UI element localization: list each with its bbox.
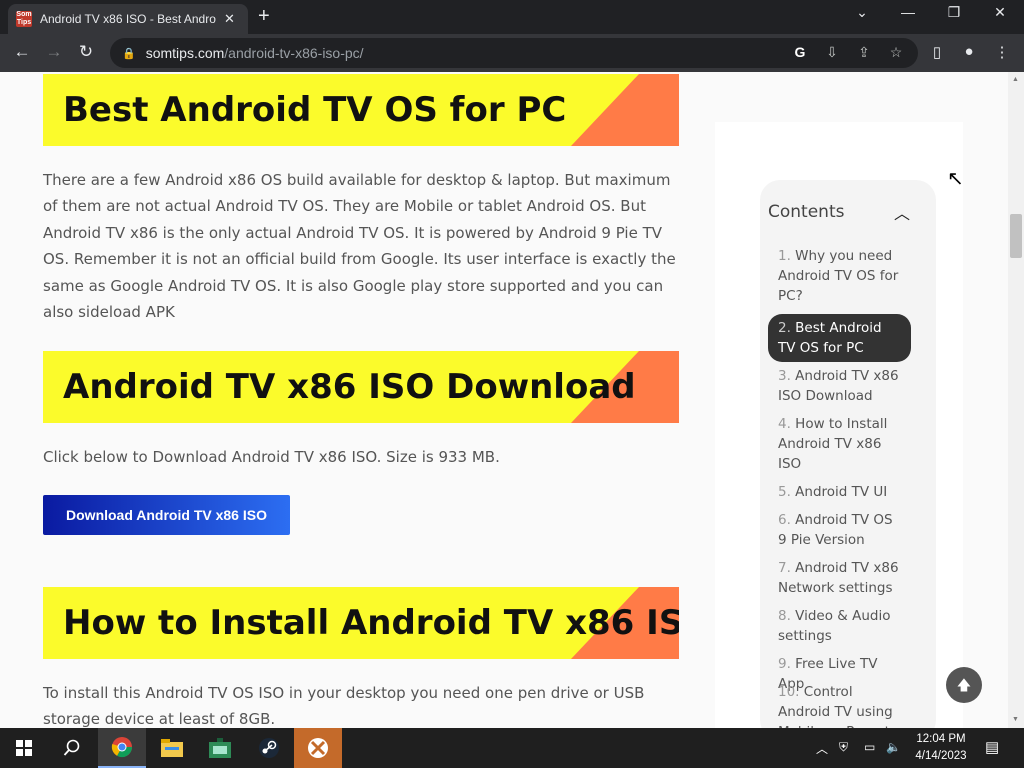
profile-icon[interactable]: ● <box>958 43 980 60</box>
address-bar[interactable]: 🔒 somtips.com /android-tv-x86-iso-pc/ G … <box>110 38 918 68</box>
mouse-cursor-icon: ↖ <box>947 168 964 190</box>
scroll-up-icon[interactable]: ▲ <box>1012 76 1019 83</box>
volume-icon[interactable]: 🔈 <box>886 740 901 754</box>
menu-icon[interactable]: ⋮ <box>991 43 1013 61</box>
clock-date: 4/14/2023 <box>915 750 967 762</box>
toc-item-number: 4. <box>778 416 796 432</box>
xbox-icon[interactable] <box>294 728 342 768</box>
download-paragraph: Click below to Download Android TV x86 I… <box>43 448 500 466</box>
steam-icon[interactable] <box>245 728 293 768</box>
banner-accent <box>571 74 639 146</box>
toc-item-label: Why you need Android TV OS for PC? <box>778 248 899 304</box>
url-host: somtips.com <box>145 45 225 61</box>
search-icon[interactable] <box>48 728 96 768</box>
toc-item[interactable]: 10. Control Android TV using Mobile as R… <box>768 678 911 728</box>
toc-item-number: 6. <box>778 512 796 528</box>
chevron-up-icon[interactable]: ︿ <box>894 200 910 224</box>
heading-best-android-tv-os: Best Android TV OS for PC <box>63 90 567 130</box>
toc-item-number: 9. <box>778 656 796 672</box>
windows-start-icon[interactable] <box>0 728 48 768</box>
lock-icon: 🔒 <box>122 47 136 60</box>
banner-accent <box>639 74 679 146</box>
forward-icon[interactable]: → <box>43 42 65 62</box>
toc-title: Contents <box>768 202 845 222</box>
tab-title: Android TV x86 ISO - Best Android TV OS … <box>40 12 216 26</box>
clock-time: 12:04 PM <box>916 733 966 745</box>
toc-item-number: 8. <box>778 608 796 624</box>
toc-item-number: 5. <box>778 484 796 500</box>
browser-tab[interactable]: Som Tips Android TV x86 ISO - Best Andro… <box>8 4 248 34</box>
toc-item-number: 7. <box>778 560 796 576</box>
side-panel-icon[interactable]: ▯ <box>926 43 948 61</box>
bookmark-star-icon[interactable]: ☆ <box>886 44 906 61</box>
system-clock[interactable]: 12:04 PM 4/14/2023 <box>906 731 976 765</box>
page-scrollbar[interactable]: ▲ ▼ <box>1008 72 1024 728</box>
chrome-taskbar-icon[interactable] <box>98 728 146 768</box>
notification-icon[interactable]: ▤ <box>985 738 999 756</box>
toc-item[interactable]: 8. Video & Audio settings <box>768 602 911 650</box>
back-icon[interactable]: ← <box>11 42 33 62</box>
install-paragraph: To install this Android TV OS ISO in you… <box>43 684 645 728</box>
tab-search-icon[interactable]: ⌄ <box>842 4 882 21</box>
minimize-button[interactable]: — <box>888 4 928 20</box>
toc-item[interactable]: 6. Android TV OS 9 Pie Version <box>768 506 911 554</box>
browser-tab-strip: Som Tips Android TV x86 ISO - Best Andro… <box>0 0 1024 34</box>
toc-item[interactable]: 1. Why you need Android TV OS for PC? <box>768 242 911 310</box>
site-favicon: Som Tips <box>16 11 32 27</box>
toc-item-label: Android TV x86 ISO Download <box>778 368 899 404</box>
toc-item-label: Android TV x86 Network settings <box>778 560 899 596</box>
banner-accent <box>639 351 679 423</box>
share-icon[interactable]: ⇪ <box>854 44 874 61</box>
google-lens-icon[interactable]: G <box>790 44 810 60</box>
toc-item-label: Android TV OS 9 Pie Version <box>778 512 893 548</box>
toc-item-number: 3. <box>778 368 796 384</box>
file-explorer-icon[interactable] <box>148 728 196 768</box>
toc-item-number: 2. <box>778 320 796 336</box>
toc-item-label: How to Install Android TV x86 ISO <box>778 416 888 472</box>
download-button[interactable]: Download Android TV x86 ISO <box>43 495 290 535</box>
toc-item-label: Android TV UI <box>795 484 888 500</box>
new-tab-button[interactable]: + <box>258 6 270 26</box>
security-icon[interactable]: ⛨ <box>839 740 848 755</box>
network-icon[interactable]: ▭ <box>864 740 875 754</box>
taskbar: ︿ ⛨ ▭ 🔈 12:04 PM 4/14/2023 ▤ <box>0 728 1024 768</box>
toc-item-label: Video & Audio settings <box>778 608 891 644</box>
close-window-button[interactable]: ✕ <box>980 4 1020 21</box>
scroll-down-icon[interactable]: ▼ <box>1012 716 1019 723</box>
restore-button[interactable]: ❐ <box>934 4 974 21</box>
app-taskbar-icon[interactable] <box>196 728 244 768</box>
reload-icon[interactable]: ↻ <box>75 42 97 62</box>
toc-item[interactable]: 2. Best Android TV OS for PC <box>768 314 911 362</box>
toc-item[interactable]: 5. Android TV UI <box>768 478 911 506</box>
toc-item-number: 10. <box>778 684 804 700</box>
toc-item-number: 1. <box>778 248 796 264</box>
heading-how-to-install: How to Install Android TV x86 ISO <box>63 603 679 643</box>
browser-toolbar: ← → ↻ 🔒 somtips.com /android-tv-x86-iso-… <box>0 34 1024 72</box>
toc-item[interactable]: 7. Android TV x86 Network settings <box>768 554 911 602</box>
table-of-contents: Contents ︿ 1. Why you need Android TV OS… <box>760 180 936 728</box>
close-icon[interactable]: ✕ <box>224 11 235 27</box>
back-to-top-button[interactable]: 🡅 <box>946 667 982 703</box>
url-path: /android-tv-x86-iso-pc/ <box>224 45 364 61</box>
scroll-thumb[interactable] <box>1010 214 1022 258</box>
toc-item[interactable]: 4. How to Install Android TV x86 ISO <box>768 410 911 478</box>
section-heading-banner: How to Install Android TV x86 ISO <box>43 587 679 659</box>
install-app-icon[interactable]: ⇩ <box>822 44 842 61</box>
section-heading-banner: Best Android TV OS for PC <box>43 74 679 146</box>
toc-item[interactable]: 3. Android TV x86 ISO Download <box>768 362 911 410</box>
intro-paragraph: There are a few Android x86 OS build ava… <box>43 171 676 322</box>
chevron-up-icon[interactable]: ︿ <box>816 740 828 757</box>
section-heading-banner: Android TV x86 ISO Download <box>43 351 679 423</box>
heading-iso-download: Android TV x86 ISO Download <box>63 367 636 407</box>
page-viewport: Best Android TV OS for PC There are a fe… <box>0 72 1008 728</box>
